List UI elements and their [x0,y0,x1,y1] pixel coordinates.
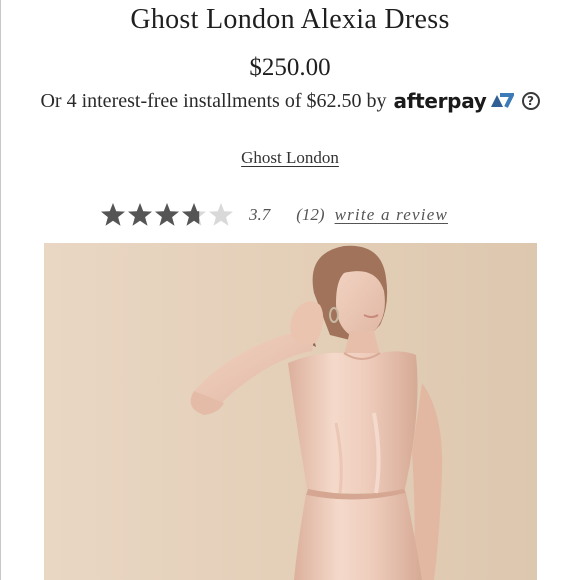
info-circle-icon[interactable]: ? [521,92,540,110]
rating-stars [100,202,235,228]
brand-link[interactable]: Ghost London [241,148,339,167]
afterpay-logo-icon [488,92,514,110]
star-icon [182,203,206,226]
star-icon [155,203,179,226]
product-image[interactable] [44,243,537,580]
star-icon [101,203,125,226]
rating-value: 3.7 [249,205,271,224]
afterpay-label: afterpay [393,89,487,113]
star-icon [209,203,233,226]
review-count[interactable]: (12) [296,205,324,225]
afterpay-logo[interactable]: afterpay [394,89,514,113]
left-divider [0,0,1,580]
installments-text: Or 4 interest-free installments of $62.5… [40,89,387,112]
star-icon [128,203,152,226]
product-title: Ghost London Alexia Dress [130,4,450,35]
write-review-link[interactable]: write a review [335,205,448,225]
product-price: $250.00 [249,54,331,81]
installments-row: Or 4 interest-free installments of $62.5… [0,89,580,113]
brand-link-container: Ghost London [0,148,580,168]
product-photo [44,243,537,580]
info-symbol: ? [527,94,535,108]
rating-row: 3.7 (12) write a review [100,200,448,230]
